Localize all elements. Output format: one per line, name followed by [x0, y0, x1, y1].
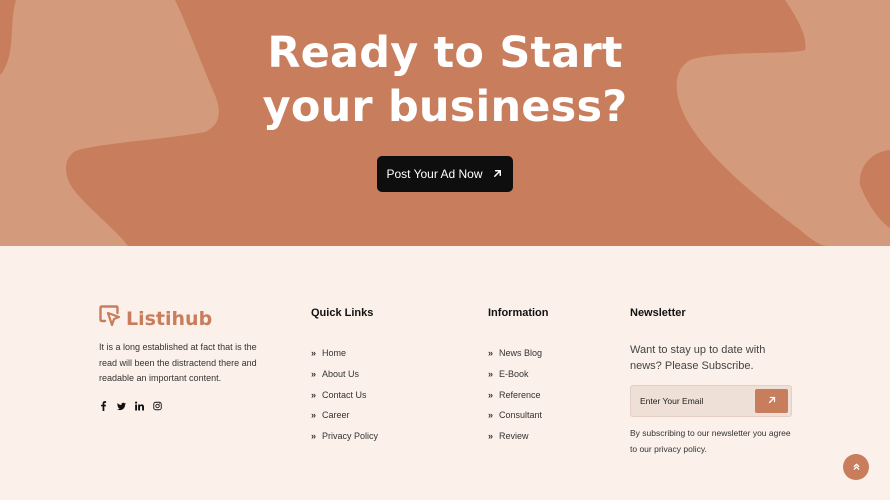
social-links	[99, 401, 162, 411]
hero-title-line2: your business?	[262, 82, 628, 132]
double-chevron-right-icon: »	[311, 389, 317, 400]
info-link-reference[interactable]: » Reference	[488, 384, 542, 405]
link-label: Reference	[499, 389, 541, 400]
information-list: » News Blog » E-Book » Reference » Consultan…	[488, 343, 542, 446]
link-label: News Blog	[499, 348, 543, 359]
double-chevron-right-icon: »	[488, 389, 494, 400]
double-chevron-right-icon: »	[311, 431, 317, 442]
link-label: E-Book	[499, 369, 529, 380]
quick-links-title: Quick Links	[311, 307, 374, 319]
double-chevron-right-icon: »	[311, 348, 317, 359]
info-link-e-book[interactable]: » E-Book	[488, 364, 542, 385]
brand-description: It is a long established at fact that is…	[99, 342, 257, 383]
post-ad-button[interactable]: Post Your Ad Now	[377, 156, 513, 192]
link-label: Review	[499, 431, 529, 442]
double-chevron-right-icon: »	[311, 369, 317, 380]
hero-title: Ready to Start your business?	[0, 26, 890, 134]
email-input[interactable]	[631, 386, 751, 416]
information-title: Information	[488, 307, 549, 319]
arrow-up-right-icon	[767, 392, 777, 410]
facebook-icon[interactable]	[99, 401, 108, 411]
post-ad-button-label: Post Your Ad Now	[386, 167, 483, 181]
double-chevron-right-icon: »	[311, 410, 317, 421]
link-label: Home	[322, 348, 347, 359]
quick-link-about-us[interactable]: » About Us	[311, 364, 378, 385]
quick-link-contact-us[interactable]: » Contact Us	[311, 384, 378, 405]
quick-links-list: » Home » About Us » Contact Us » Career » Pri…	[311, 343, 378, 446]
hero-title-line1: Ready to Start	[267, 28, 623, 78]
footer: Listihub It is a long established at fac…	[0, 246, 890, 500]
quick-link-home[interactable]: » Home	[311, 343, 378, 364]
link-label: Privacy Policy	[322, 431, 379, 442]
info-link-consultant[interactable]: » Consultant	[488, 405, 542, 426]
newsletter-note: By subscribing to our newsletter you agr…	[630, 428, 791, 454]
twitter-icon[interactable]	[117, 401, 126, 411]
brand-name: Listihub	[126, 307, 213, 330]
double-chevron-right-icon: »	[488, 348, 494, 359]
newsletter-text: Want to stay up to date with news? Pleas…	[630, 344, 766, 372]
newsletter-form	[630, 385, 792, 417]
link-label: Contact Us	[322, 389, 367, 400]
scroll-to-top-button[interactable]	[843, 454, 869, 480]
linkedin-icon[interactable]	[135, 401, 144, 411]
arrow-up-right-icon	[492, 168, 504, 180]
double-chevron-right-icon: »	[488, 431, 494, 442]
newsletter-title: Newsletter	[630, 307, 686, 319]
instagram-icon[interactable]	[153, 401, 162, 411]
double-chevron-right-icon: »	[488, 369, 494, 380]
info-link-review[interactable]: » Review	[488, 426, 542, 447]
quick-link-privacy-policy[interactable]: » Privacy Policy	[311, 426, 378, 447]
link-label: Consultant	[499, 410, 543, 421]
subscribe-button[interactable]	[755, 389, 788, 413]
link-label: About Us	[322, 369, 360, 380]
hero-banner: Ready to Start your business? Post Your …	[0, 0, 890, 246]
link-label: Career	[322, 410, 350, 421]
info-link-news-blog[interactable]: » News Blog	[488, 343, 542, 364]
brand-logo[interactable]: Listihub	[99, 304, 212, 333]
double-chevron-up-icon	[852, 458, 861, 476]
quick-link-career[interactable]: » Career	[311, 405, 378, 426]
double-chevron-right-icon: »	[488, 410, 494, 421]
cursor-logo-icon	[99, 304, 121, 333]
